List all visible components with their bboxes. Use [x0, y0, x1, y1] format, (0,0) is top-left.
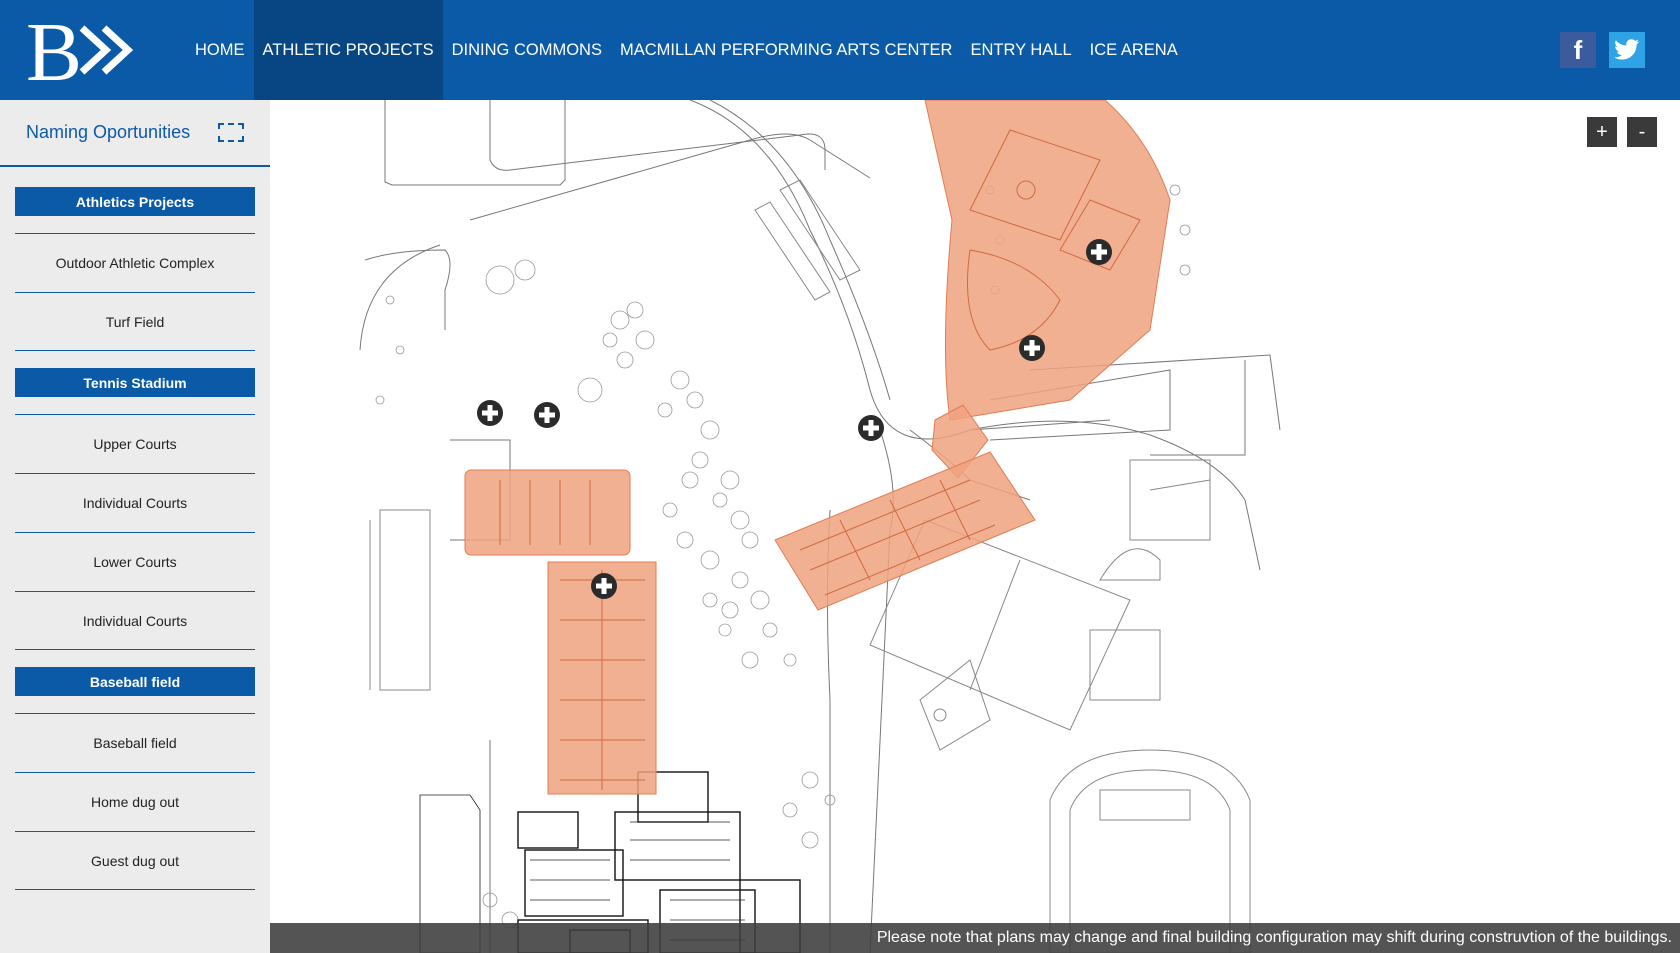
nav-athletic-projects[interactable]: ATHLETIC PROJECTS — [253, 0, 443, 100]
zoom-out-button[interactable]: - — [1627, 117, 1657, 147]
top-nav-bar: B HOME ATHLETIC PROJECTS DINING COMMONS … — [0, 0, 1680, 100]
campus-map[interactable]: + - — [270, 100, 1680, 953]
construction-notice: Please note that plans may change and fi… — [270, 923, 1680, 953]
logo-letter: B — [26, 12, 82, 88]
twitter-icon[interactable] — [1609, 32, 1645, 68]
nav-macmillan-performing-arts-center[interactable]: MACMILLAN PERFORMING ARTS CENTER — [611, 0, 962, 100]
category-athletics-projects[interactable]: Athletics Projects — [15, 187, 255, 216]
sidebar-title: Naming Oportunities — [26, 122, 191, 142]
category-tennis-stadium[interactable]: Tennis Stadium — [15, 368, 255, 397]
site-plan-drawing — [359, 100, 1281, 953]
facebook-icon[interactable]: f — [1560, 32, 1596, 68]
marker-tennis-courts[interactable] — [858, 415, 884, 441]
sidebar-toggle-icon[interactable] — [218, 123, 245, 142]
marker-upper-left-courts-2[interactable] — [534, 402, 560, 428]
marker-upper-field[interactable] — [1086, 239, 1112, 265]
nav-home[interactable]: HOME — [186, 0, 254, 100]
marker-turf-field[interactable] — [591, 573, 617, 599]
sidebar-item-home-dug-out[interactable]: Home dug out — [15, 772, 255, 831]
sidebar-item-upper-courts[interactable]: Upper Courts — [15, 414, 255, 473]
twitter-bird-icon — [1614, 39, 1640, 60]
zoom-in-button[interactable]: + — [1587, 117, 1617, 147]
sidebar-item-lower-courts[interactable]: Lower Courts — [15, 532, 255, 591]
sidebar-header: Naming Oportunities — [0, 100, 270, 167]
category-baseball-field[interactable]: Baseball field — [15, 667, 255, 696]
sidebar-item-outdoor-athletic-complex[interactable]: Outdoor Athletic Complex — [15, 233, 255, 292]
sidebar-list: Athletics Projects Outdoor Athletic Comp… — [15, 187, 255, 890]
sidebar-item-individual-courts-lower[interactable]: Individual Courts — [15, 591, 255, 650]
sidebar-item-turf-field[interactable]: Turf Field — [15, 292, 255, 351]
sidebar-item-guest-dug-out[interactable]: Guest dug out — [15, 831, 255, 890]
brand-logo[interactable]: B — [26, 12, 146, 88]
sidebar-item-individual-courts-upper[interactable]: Individual Courts — [15, 473, 255, 532]
main-nav: HOME ATHLETIC PROJECTS DINING COMMONS MA… — [186, 0, 1187, 100]
marker-upper-left-courts-1[interactable] — [477, 400, 503, 426]
marker-diamond[interactable] — [1019, 335, 1045, 361]
nav-dining-commons[interactable]: DINING COMMONS — [443, 0, 611, 100]
nav-ice-arena[interactable]: ICE ARENA — [1081, 0, 1187, 100]
nav-entry-hall[interactable]: ENTRY HALL — [961, 0, 1080, 100]
naming-sidebar: Naming Oportunities Athletics Projects O… — [0, 100, 270, 953]
sidebar-item-baseball-field[interactable]: Baseball field — [15, 713, 255, 772]
